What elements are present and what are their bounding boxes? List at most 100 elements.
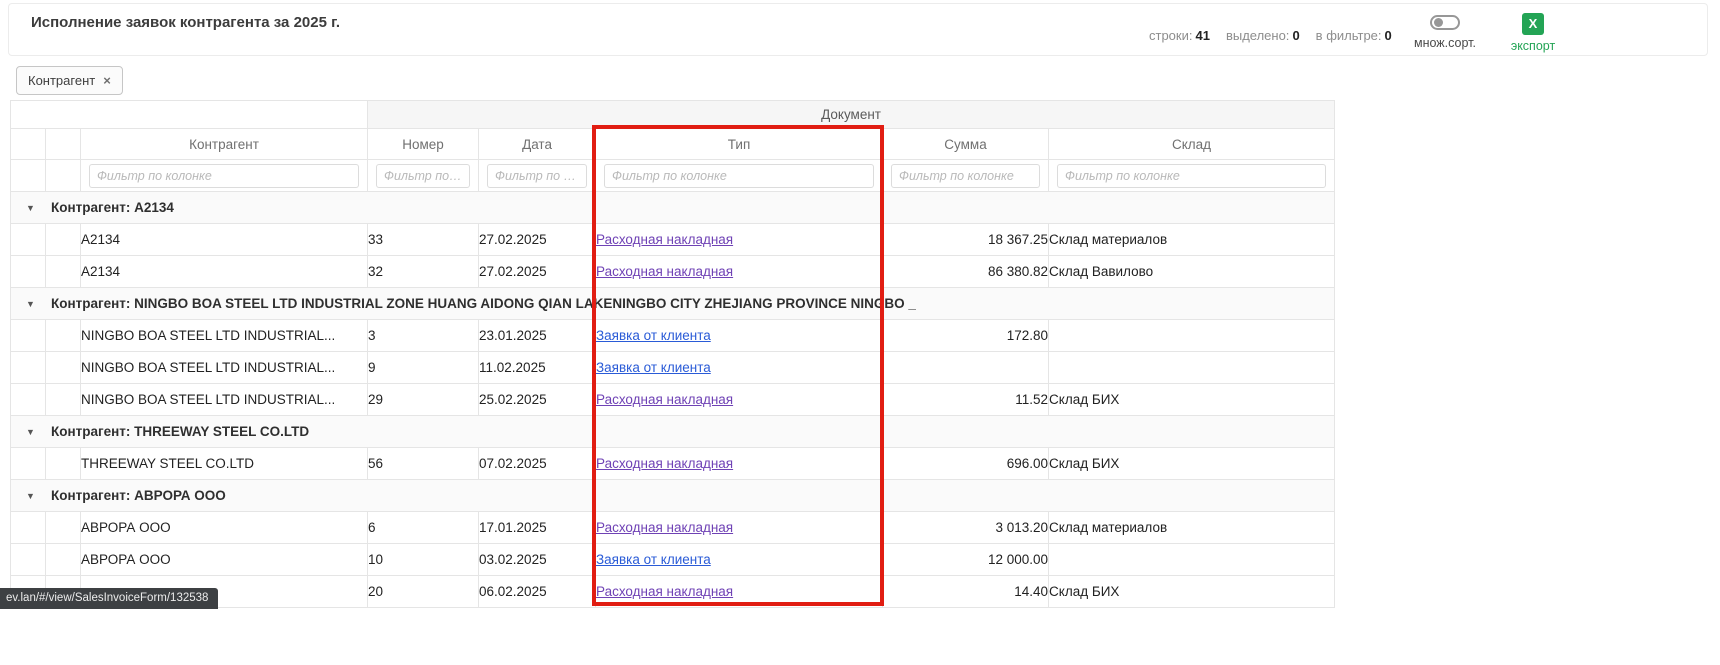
document-type-link[interactable]: Расходная накладная <box>596 232 733 247</box>
cell-type: Расходная накладная <box>596 224 883 256</box>
document-type-link[interactable]: Расходная накладная <box>596 456 733 471</box>
grouping-chip-contragent[interactable]: Контрагент × <box>16 66 123 95</box>
status-url-tooltip: ev.lan/#/view/SalesInvoiceForm/132538 <box>0 588 218 609</box>
cell-expand <box>11 384 46 416</box>
cell-number: 6 <box>368 512 479 544</box>
chip-close-icon[interactable]: × <box>103 74 111 87</box>
column-header-type[interactable]: Тип <box>596 129 883 160</box>
filter-input-sum[interactable] <box>891 164 1040 188</box>
cell-warehouse <box>1049 320 1335 352</box>
cell-contragent: АВРОРА ООО <box>81 512 368 544</box>
filtered-count-label: в фильтре: <box>1316 28 1382 43</box>
collapse-arrow-icon[interactable]: ▼ <box>26 203 51 213</box>
cell-contragent: А2134 <box>81 256 368 288</box>
cell-sum: 696.00 <box>883 448 1049 480</box>
column-header-sum[interactable]: Сумма <box>883 129 1049 160</box>
cell-expand <box>11 544 46 576</box>
filter-input-contragent[interactable] <box>89 164 359 188</box>
cell-sum: 14.40 <box>883 576 1049 608</box>
document-type-link[interactable]: Расходная накладная <box>596 264 733 279</box>
cell-selector <box>46 352 81 384</box>
table-row[interactable]: А21343227.02.2025Расходная накладная86 3… <box>11 256 1335 288</box>
filter-cell-empty <box>46 160 81 192</box>
group-header-cell: ▼Контрагент: АВРОРА ООО <box>11 480 1335 512</box>
selected-count: выделено:0 <box>1226 28 1300 43</box>
toggle-knob-icon <box>1434 18 1443 27</box>
cell-number: 20 <box>368 576 479 608</box>
header-expand-column <box>11 129 46 160</box>
document-type-link[interactable]: Заявка от клиента <box>596 328 711 343</box>
table-row[interactable]: АВРОРА ООО1003.02.2025Заявка от клиента1… <box>11 544 1335 576</box>
filter-row <box>11 160 1335 192</box>
page-title: Исполнение заявок контрагента за 2025 г. <box>31 14 340 31</box>
cell-expand <box>11 224 46 256</box>
cell-warehouse: Склад БИХ <box>1049 384 1335 416</box>
column-header-row: КонтрагентНомерДатаТипСуммаСклад <box>11 129 1335 160</box>
filter-input-number[interactable] <box>376 164 470 188</box>
cell-contragent: NINGBO BOA STEEL LTD INDUSTRIAL... <box>81 384 368 416</box>
column-header-contragent[interactable]: Контрагент <box>81 129 368 160</box>
cell-date: 11.02.2025 <box>479 352 596 384</box>
group-label: Контрагент: THREEWAY STEEL CO.LTD <box>51 424 309 439</box>
cell-warehouse: Склад Вавилово <box>1049 256 1335 288</box>
cell-date: 06.02.2025 <box>479 576 596 608</box>
document-type-link[interactable]: Заявка от клиента <box>596 552 711 567</box>
cell-number: 10 <box>368 544 479 576</box>
table-row[interactable]: NINGBO BOA STEEL LTD INDUSTRIAL...323.01… <box>11 320 1335 352</box>
document-type-link[interactable]: Расходная накладная <box>596 392 733 407</box>
selected-count-label: выделено: <box>1226 28 1289 43</box>
table-row[interactable]: NINGBO BOA STEEL LTD INDUSTRIAL...2925.0… <box>11 384 1335 416</box>
table-row[interactable]: АВРОРА ООО617.01.2025Расходная накладная… <box>11 512 1335 544</box>
cell-date: 27.02.2025 <box>479 224 596 256</box>
cell-contragent: THREEWAY STEEL CO.LTD <box>81 448 368 480</box>
collapse-arrow-icon[interactable]: ▼ <box>26 299 51 309</box>
cell-selector <box>46 224 81 256</box>
group-header-row[interactable]: ▼Контрагент: NINGBO BOA STEEL LTD INDUST… <box>11 288 1335 320</box>
export-label: экспорт <box>1505 39 1561 53</box>
table-row[interactable]: А21343327.02.2025Расходная накладная18 3… <box>11 224 1335 256</box>
document-type-link[interactable]: Расходная накладная <box>596 520 733 535</box>
cell-type: Расходная накладная <box>596 384 883 416</box>
cell-number: 32 <box>368 256 479 288</box>
group-header-row[interactable]: ▼Контрагент: THREEWAY STEEL CO.LTD <box>11 416 1335 448</box>
cell-contragent: NINGBO BOA STEEL LTD INDUSTRIAL... <box>81 352 368 384</box>
cell-warehouse <box>1049 544 1335 576</box>
filter-input-date[interactable] <box>487 164 587 188</box>
cell-date: 17.01.2025 <box>479 512 596 544</box>
cell-selector <box>46 384 81 416</box>
column-header-date[interactable]: Дата <box>479 129 596 160</box>
export-button[interactable]: X экспорт <box>1505 13 1561 53</box>
column-header-number[interactable]: Номер <box>368 129 479 160</box>
table-row[interactable]: NINGBO BOA STEEL LTD INDUSTRIAL...911.02… <box>11 352 1335 384</box>
header-empty-cell <box>11 101 368 129</box>
multisort-toggle[interactable] <box>1430 15 1460 30</box>
cell-contragent: NINGBO BOA STEEL LTD INDUSTRIAL... <box>81 320 368 352</box>
requests-table: Документ КонтрагентНомерДатаТипСуммаСкла… <box>10 100 1335 608</box>
cell-date: 03.02.2025 <box>479 544 596 576</box>
cell-warehouse: Склад материалов <box>1049 224 1335 256</box>
cell-sum: 11.52 <box>883 384 1049 416</box>
cell-type: Заявка от клиента <box>596 352 883 384</box>
rows-count-value: 41 <box>1195 28 1209 43</box>
cell-selector <box>46 256 81 288</box>
table-row[interactable]: THREEWAY STEEL CO.LTD5607.02.2025Расходн… <box>11 448 1335 480</box>
filter-cell-sum <box>883 160 1049 192</box>
cell-expand <box>11 448 46 480</box>
group-header-row[interactable]: ▼Контрагент: А2134 <box>11 192 1335 224</box>
filtered-count: в фильтре:0 <box>1316 28 1392 43</box>
document-type-link[interactable]: Заявка от клиента <box>596 360 711 375</box>
group-header-row[interactable]: ▼Контрагент: АВРОРА ООО <box>11 480 1335 512</box>
data-grid: Документ КонтрагентНомерДатаТипСуммаСкла… <box>10 100 1334 608</box>
multisort-control: множ.сорт. <box>1407 15 1483 50</box>
collapse-arrow-icon[interactable]: ▼ <box>26 491 51 501</box>
cell-expand <box>11 256 46 288</box>
cell-date: 25.02.2025 <box>479 384 596 416</box>
document-band-row: Документ <box>11 101 1335 129</box>
collapse-arrow-icon[interactable]: ▼ <box>26 427 51 437</box>
filter-input-type[interactable] <box>604 164 874 188</box>
filter-input-warehouse[interactable] <box>1057 164 1326 188</box>
cell-contragent: А2134 <box>81 224 368 256</box>
document-type-link[interactable]: Расходная накладная <box>596 584 733 599</box>
column-header-warehouse[interactable]: Склад <box>1049 129 1335 160</box>
cell-selector <box>46 320 81 352</box>
